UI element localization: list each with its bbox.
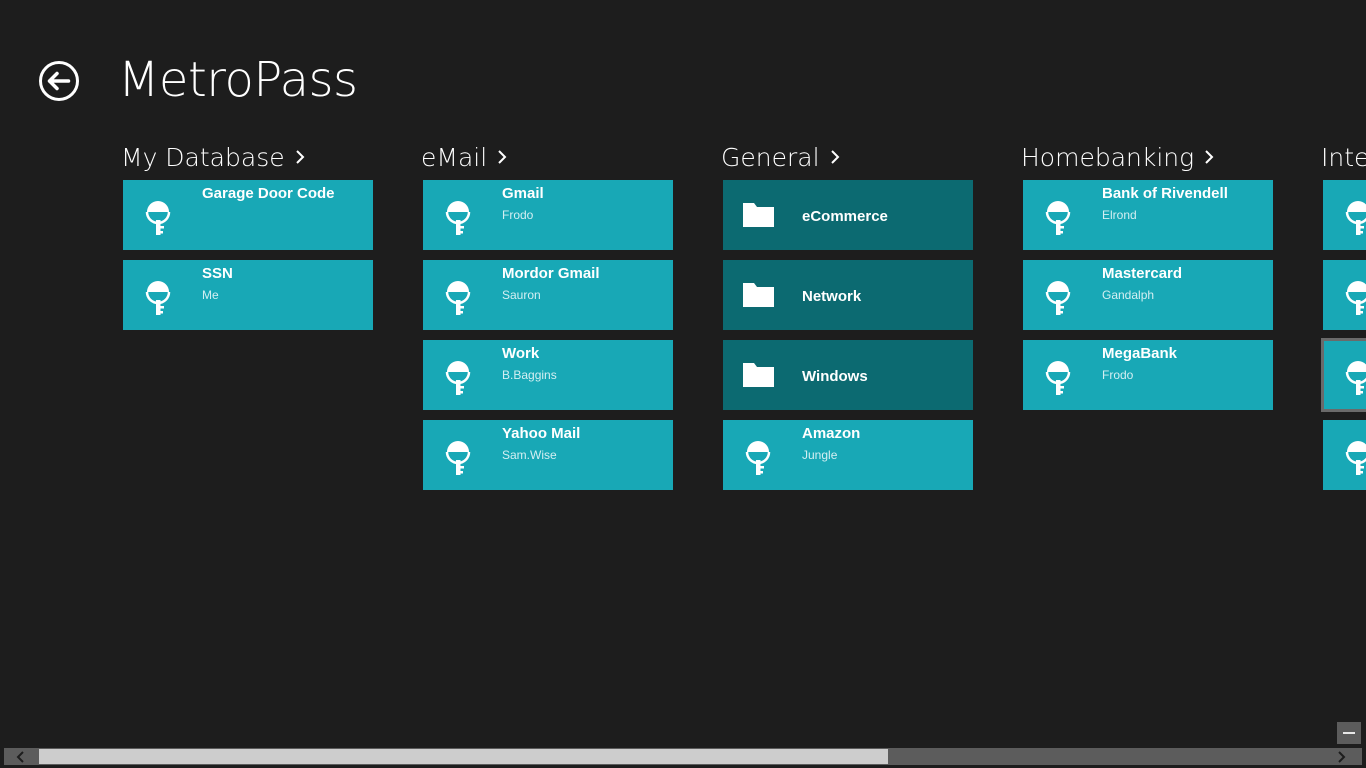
entry-tile[interactable]: Garage Door Code xyxy=(123,180,373,250)
group-header-label: Homebanking xyxy=(1021,142,1195,172)
folder-tile[interactable]: Network xyxy=(723,260,973,330)
key-icon xyxy=(445,441,471,475)
entry-username: Sauron xyxy=(502,288,541,302)
group-column: General eCommerce Network Windows Amazon Jung… xyxy=(721,140,983,500)
entry-tile[interactable]: SSN Me xyxy=(123,260,373,330)
entry-title: Garage Door Code xyxy=(202,185,335,202)
scroll-right-button[interactable] xyxy=(1326,748,1356,765)
entry-username: Frodo xyxy=(502,208,534,222)
entry-tile[interactable] xyxy=(1323,260,1366,330)
tile-list xyxy=(1321,180,1366,490)
entry-username: Gandalph xyxy=(1102,288,1155,302)
entry-tile[interactable]: Mastercard Gandalph xyxy=(1023,260,1273,330)
entry-title: Mordor Gmail xyxy=(502,265,600,282)
group-column: eMail Gmail Frodo Mordor Gmail Sauron Work B.B… xyxy=(421,140,683,500)
tile-list: Gmail Frodo Mordor Gmail Sauron Work B.Baggin… xyxy=(423,180,683,490)
chevron-right-icon xyxy=(295,150,305,164)
scrollbar-thumb[interactable] xyxy=(39,749,888,764)
group-header[interactable]: Homebanking xyxy=(1021,140,1283,174)
entry-username: Me xyxy=(202,288,219,302)
entry-title: SSN xyxy=(202,265,233,282)
entry-title: Yahoo Mail xyxy=(502,425,581,442)
group-header-label: Inte xyxy=(1321,142,1366,172)
entry-tile[interactable]: Bank of Rivendell Elrond xyxy=(1023,180,1273,250)
key-icon xyxy=(1045,361,1071,395)
tile-list: Garage Door Code SSN Me xyxy=(123,180,383,330)
key-icon xyxy=(145,281,171,315)
entry-tile[interactable] xyxy=(1323,420,1366,490)
key-icon xyxy=(1045,201,1071,235)
entry-title: Mastercard xyxy=(1102,265,1183,282)
entry-title: Bank of Rivendell xyxy=(1102,185,1228,202)
key-icon xyxy=(445,201,471,235)
entry-title: MegaBank xyxy=(1102,345,1178,362)
group-header[interactable]: My Database xyxy=(121,140,383,174)
entry-username: Elrond xyxy=(1102,208,1137,222)
scroll-left-button[interactable] xyxy=(6,748,36,765)
tile-list: Bank of Rivendell Elrond Mastercard Gandalp… xyxy=(1023,180,1283,410)
entry-tile[interactable]: MegaBank Frodo xyxy=(1023,340,1273,410)
group-column: Homebanking Bank of Rivendell Elrond Master… xyxy=(1021,140,1283,420)
key-icon xyxy=(145,201,171,235)
group-header-label: General xyxy=(721,142,820,172)
entry-username: Frodo xyxy=(1102,368,1134,382)
entry-username: Jungle xyxy=(802,448,838,462)
chevron-right-icon xyxy=(830,150,839,164)
entry-tile[interactable]: Work B.Baggins xyxy=(423,340,673,410)
key-icon xyxy=(1345,201,1366,235)
chevron-right-icon xyxy=(1205,150,1214,164)
folder-icon xyxy=(743,203,774,227)
folder-tile[interactable]: Windows xyxy=(723,340,973,410)
key-icon xyxy=(1345,441,1366,475)
group-header[interactable]: General xyxy=(721,140,983,174)
folder-icon xyxy=(743,283,774,307)
group-header-label: eMail xyxy=(421,142,488,172)
chevron-left-icon xyxy=(16,750,24,763)
group-column: My Database Garage Door Code SSN Me xyxy=(121,140,383,340)
entry-tile[interactable] xyxy=(1323,180,1366,250)
entry-tile[interactable]: Amazon Jungle xyxy=(723,420,973,490)
group-header-label: My Database xyxy=(121,142,285,172)
key-icon xyxy=(445,361,471,395)
key-icon xyxy=(1345,281,1366,315)
entry-tile[interactable] xyxy=(1321,338,1366,412)
key-icon xyxy=(745,441,771,475)
folder-name: Windows xyxy=(802,368,868,385)
entry-tile[interactable]: Gmail Frodo xyxy=(423,180,673,250)
group-header[interactable]: Inte xyxy=(1321,140,1366,174)
entry-tile[interactable]: Mordor Gmail Sauron xyxy=(423,260,673,330)
folder-name: Network xyxy=(802,288,862,305)
chevron-right-icon xyxy=(1338,750,1346,763)
group-header-chevron xyxy=(830,149,840,165)
key-icon xyxy=(1345,361,1366,395)
entry-tile[interactable]: Yahoo Mail Sam.Wise xyxy=(423,420,673,490)
key-icon xyxy=(1045,281,1071,315)
group-header-chevron xyxy=(295,149,305,165)
key-icon xyxy=(445,281,471,315)
entry-username: B.Baggins xyxy=(502,368,557,382)
group-header-chevron xyxy=(1204,149,1214,165)
semantic-zoom-button[interactable] xyxy=(1337,722,1361,744)
metropass-app: MetroPass My Database Garage Door Code SSN… xyxy=(0,0,1366,768)
entry-username: Sam.Wise xyxy=(502,448,557,462)
group-header-chevron xyxy=(497,149,507,165)
folder-name: eCommerce xyxy=(802,208,888,225)
group-column: Inte xyxy=(1321,140,1366,500)
entry-title: Amazon xyxy=(802,425,861,442)
groups-panel: My Database Garage Door Code SSN Me eMail Gma… xyxy=(0,0,1366,740)
tile-list: eCommerce Network Windows Amazon Jungle xyxy=(723,180,983,490)
horizontal-scrollbar[interactable] xyxy=(4,748,1362,765)
chevron-right-icon xyxy=(498,150,507,164)
entry-title: Gmail xyxy=(502,185,544,202)
minus-icon xyxy=(1343,732,1355,734)
entry-title: Work xyxy=(502,345,540,362)
folder-icon xyxy=(743,363,774,387)
folder-tile[interactable]: eCommerce xyxy=(723,180,973,250)
group-header[interactable]: eMail xyxy=(421,140,683,174)
